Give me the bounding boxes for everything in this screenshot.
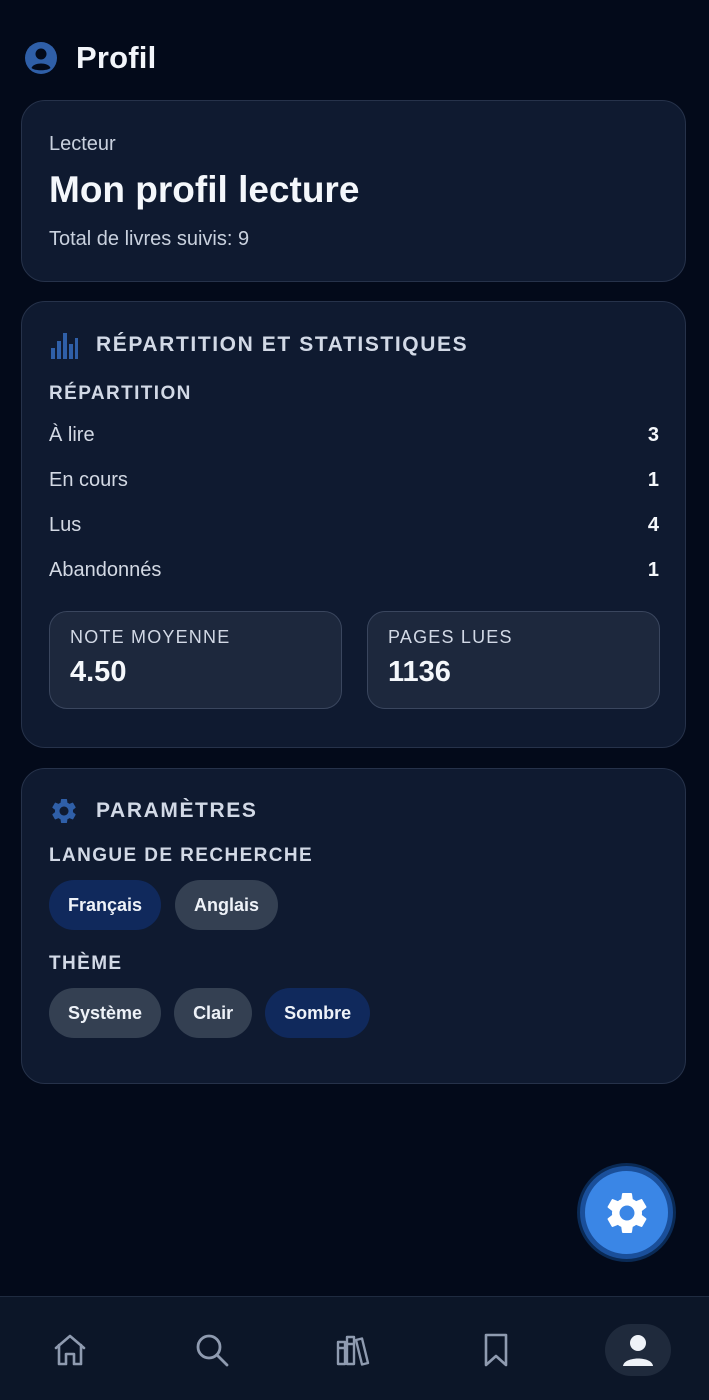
nav-profile[interactable] [615,1327,661,1373]
distribution-label: RÉPARTITION [49,383,192,404]
profile-title: Mon profil lecture [49,169,360,210]
nav-library[interactable] [331,1327,377,1373]
theme-chip-dark[interactable]: Sombre [265,988,371,1038]
account-circle-icon [25,42,57,74]
stats-section-header: RÉPARTITION ET STATISTIQUES [49,330,468,360]
metric-label: PAGES LUES [388,627,513,647]
stat-row-read: Lus 4 [49,514,659,537]
settings-heading: PARAMÈTRES [96,799,258,822]
theme-chip-group: Système Clair Sombre [49,988,371,1038]
page-title: Profil [76,40,157,75]
nav-home[interactable] [47,1327,93,1373]
language-chip-english[interactable]: Anglais [175,880,279,930]
metric-label: NOTE MOYENNE [70,627,231,647]
theme-chip-system[interactable]: Système [49,988,162,1038]
profile-card: Lecteur Mon profil lecture Total de livr… [21,100,686,282]
stat-row-to-read: À lire 3 [49,424,659,447]
average-rating-tile: NOTE MOYENNE 4.50 [49,611,342,709]
search-language-label: LANGUE DE RECHERCHE [49,845,314,866]
stat-value: 1 [647,469,659,491]
settings-section-header: PARAMÈTRES [49,796,257,826]
nav-bookmarks[interactable] [473,1327,519,1373]
language-chip-french[interactable]: Français [49,880,162,930]
search-icon [196,1334,229,1367]
bar-chart-icon [51,333,78,359]
theme-label: THÈME [49,953,123,974]
pages-read-tile: PAGES LUES 1136 [367,611,660,709]
stat-label: À lire [49,424,95,446]
settings-fab-button[interactable] [580,1166,673,1259]
stat-label: Abandonnés [49,559,162,581]
language-chip-group: Français Anglais [49,880,279,930]
total-books-text: Total de livres suivis: 9 [49,228,250,250]
theme-chip-light[interactable]: Clair [174,988,253,1038]
metric-value: 4.50 [70,656,127,688]
stat-row-abandoned: Abandonnés 1 [49,559,659,582]
page-header: Profil [24,40,156,76]
metric-value: 1136 [388,656,451,688]
profile-screen: Profil Lecteur Mon profil lecture Total … [0,0,709,1400]
nav-search[interactable] [189,1327,235,1373]
gear-icon [52,799,76,823]
home-icon [54,1334,86,1366]
stat-value: 1 [647,559,659,581]
stats-card: RÉPARTITION ET STATISTIQUES RÉPARTITION … [21,301,686,748]
stat-label: En cours [49,469,128,491]
profile-icon [623,1335,653,1366]
bookmark-icon [484,1333,508,1367]
profile-eyebrow: Lecteur [49,133,116,155]
settings-card: PARAMÈTRES LANGUE DE RECHERCHE Français … [21,768,686,1084]
stat-value: 3 [647,424,659,446]
stat-value: 4 [647,514,659,536]
stats-heading: RÉPARTITION ET STATISTIQUES [96,333,469,356]
gear-icon [607,1192,646,1233]
stat-row-in-progress: En cours 1 [49,469,659,492]
stat-label: Lus [49,514,82,536]
library-icon [336,1335,370,1366]
